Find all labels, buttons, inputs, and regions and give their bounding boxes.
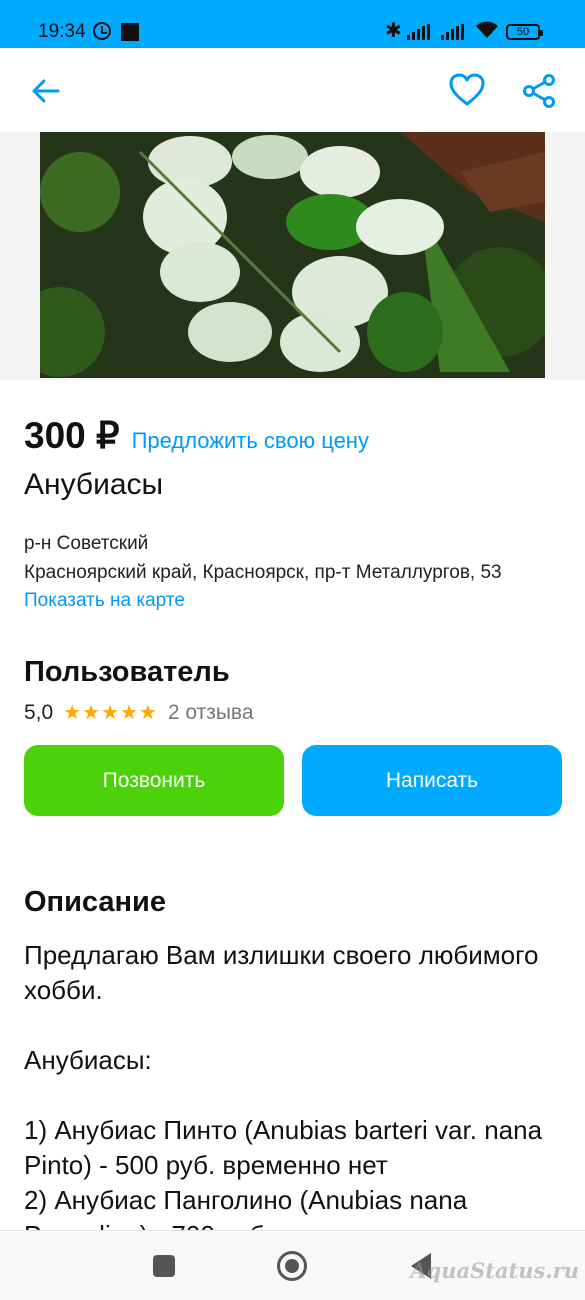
description-heading: Описание [24, 886, 166, 918]
status-time: 19:34 [38, 21, 86, 42]
heart-outline-icon [449, 73, 485, 106]
home-circle-icon[interactable] [277, 1251, 307, 1281]
district: р-н Советский [24, 533, 149, 554]
show-on-map-link[interactable]: Показать на карте [24, 590, 185, 612]
signal-icon [441, 24, 467, 40]
write-message-button[interactable]: Написать [302, 745, 562, 816]
share-icon [523, 74, 555, 108]
listing-photo[interactable] [40, 132, 545, 378]
notification-square-icon [121, 23, 139, 41]
watermark: AquaStatus.ru [410, 1258, 579, 1283]
share-button[interactable] [521, 73, 557, 109]
alarm-icon [93, 22, 111, 40]
listing-title: Анубиасы [24, 468, 164, 501]
description-body: Предлагаю Вам излишки своего любимого хо… [24, 940, 543, 1250]
wifi-icon [475, 20, 499, 46]
reviews-link[interactable]: 2 отзыва [168, 701, 254, 725]
favorite-button[interactable] [448, 72, 486, 108]
address: Красноярский край, Красноярск, пр-т Мета… [24, 562, 502, 583]
status-bar: 19:34 ✱ 50 [0, 0, 585, 48]
back-button[interactable] [30, 77, 62, 105]
app-bar [0, 48, 585, 132]
recents-square-icon[interactable] [153, 1255, 175, 1277]
seller-name[interactable]: Пользователь [24, 656, 230, 689]
price-row: 300 ₽ Предложить свою цену [24, 414, 369, 457]
price: 300 ₽ [24, 415, 120, 456]
call-button[interactable]: Позвонить [24, 745, 284, 816]
seller-rating: 5,0 ★★★★★ 2 отзыва [24, 700, 254, 725]
battery-icon: 50 [506, 24, 543, 40]
star-rating-icon: ★★★★★ [63, 702, 158, 724]
description-text: Предлагаю Вам излишки своего любимого хо… [24, 938, 564, 1253]
bluetooth-icon: ✱ [385, 20, 402, 42]
arrow-left-icon [32, 79, 60, 103]
offer-price-link[interactable]: Предложить свою цену [132, 428, 369, 454]
photo-gallery[interactable] [0, 132, 585, 380]
rating-value: 5,0 [24, 700, 54, 724]
signal-icon [407, 24, 433, 40]
